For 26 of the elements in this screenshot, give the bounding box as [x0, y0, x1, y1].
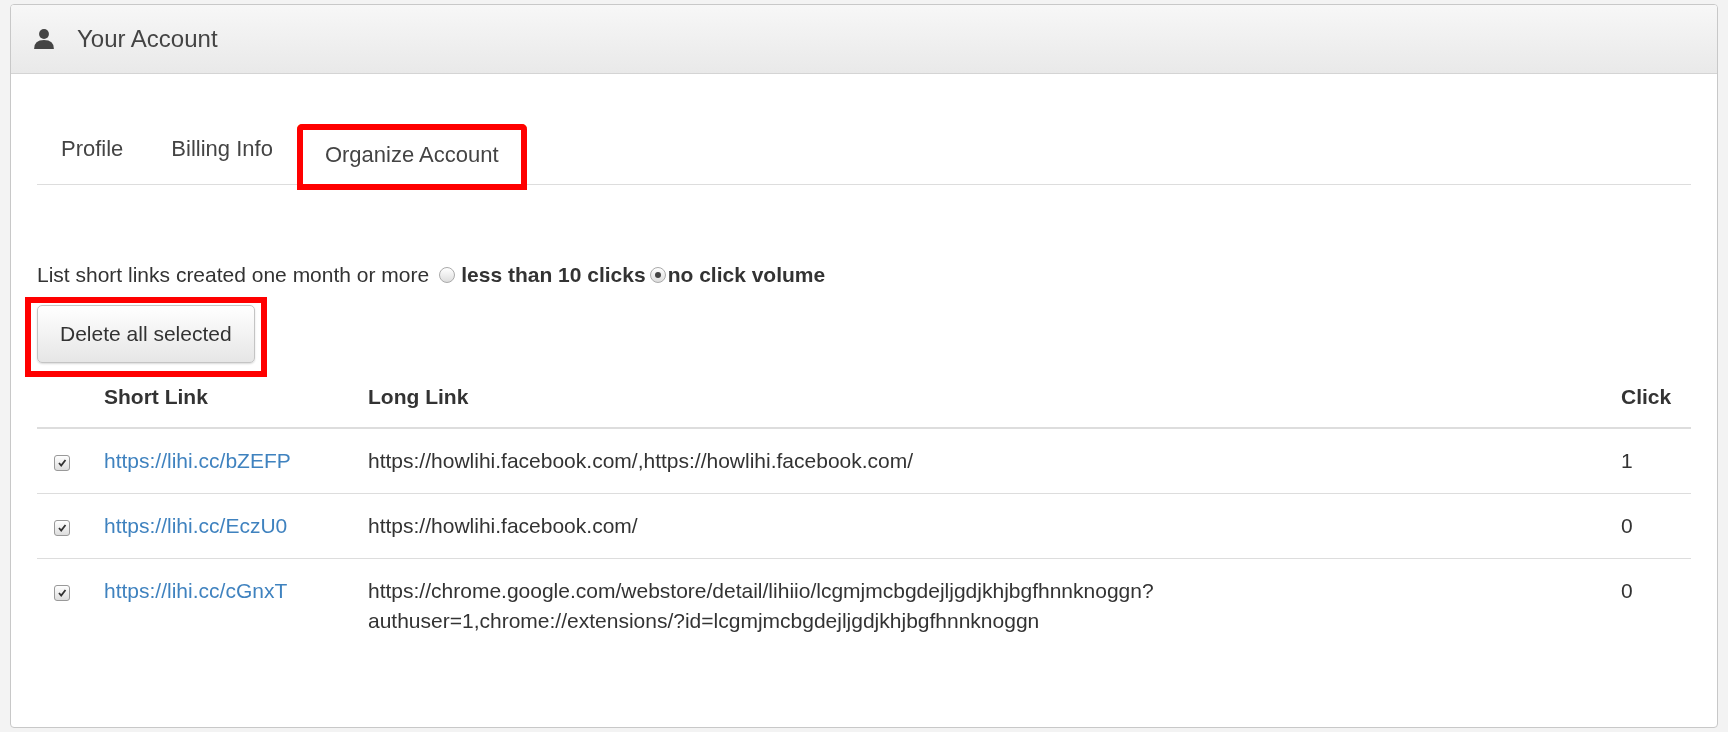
row-checkbox[interactable] [54, 520, 70, 536]
short-link[interactable]: https://lihi.cc/bZEFP [104, 449, 291, 472]
click-count: 0 [1621, 514, 1633, 537]
click-count: 1 [1621, 449, 1633, 472]
row-checkbox[interactable] [54, 585, 70, 601]
column-header: Long Link [368, 375, 1621, 428]
tick-icon [57, 588, 67, 598]
tab[interactable]: Organize Account [296, 124, 527, 190]
row-checkbox[interactable] [54, 455, 70, 471]
filter-label: List short links created one month or more [37, 263, 430, 287]
column-header: Click [1621, 375, 1691, 428]
delete-button[interactable]: Delete all selected [37, 305, 255, 363]
radio-button[interactable] [649, 267, 666, 283]
tab[interactable]: Billing Info [147, 136, 297, 184]
tab[interactable]: Profile [37, 136, 148, 184]
panel-title: Your Account [77, 25, 218, 53]
person-icon [33, 28, 55, 50]
tick-icon [57, 523, 67, 533]
radio-label[interactable]: no click volume [667, 263, 826, 287]
click-count: 0 [1621, 579, 1633, 602]
short-link[interactable]: https://lihi.cc/EczU0 [104, 514, 288, 537]
radio-label[interactable]: less than 10 clicks [461, 263, 646, 287]
tick-icon [57, 458, 67, 468]
column-header: Short Link [104, 375, 368, 428]
radio-button[interactable] [439, 267, 456, 283]
short-link[interactable]: https://lihi.cc/cGnxT [104, 579, 288, 602]
